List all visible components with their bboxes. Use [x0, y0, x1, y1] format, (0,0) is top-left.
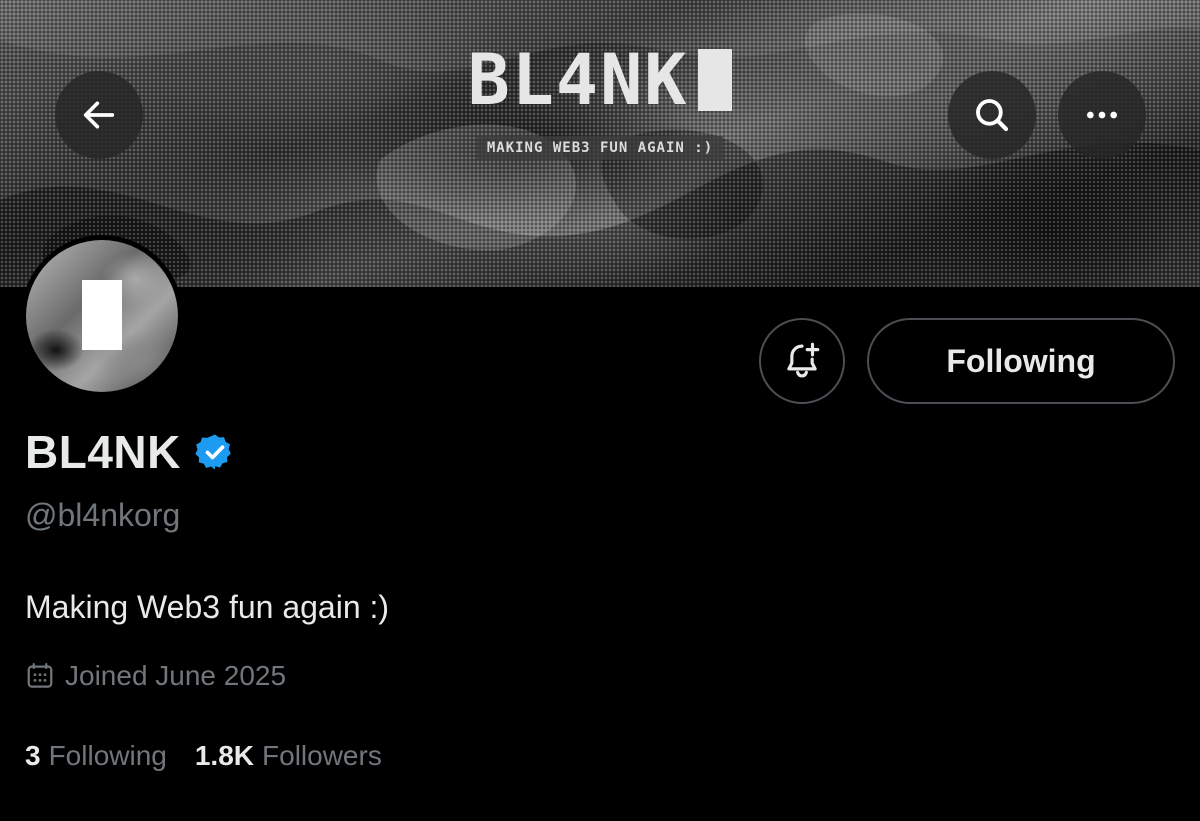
following-count: 3: [25, 740, 41, 771]
joined-row: Joined June 2025: [25, 660, 286, 692]
banner-logo-text: BL4NK: [467, 39, 689, 121]
followers-count: 1.8K: [194, 740, 255, 771]
search-icon: [976, 99, 1009, 132]
display-name: BL4NK: [25, 426, 181, 478]
handle: @bl4nkorg: [25, 497, 181, 533]
followers-stat[interactable]: 1.8K Followers: [195, 740, 382, 772]
banner-logo: BL4NK: [468, 40, 733, 120]
more-button[interactable]: [1058, 71, 1146, 159]
calendar-icon: [27, 663, 53, 688]
joined-date: Joined June 2025: [65, 660, 287, 691]
verified-badge-icon[interactable]: [195, 432, 235, 472]
more-horizontal-icon: [1087, 111, 1117, 119]
banner-tagline: MAKING WEB3 FUN AGAIN :): [476, 136, 724, 160]
stats-row: 3 Following 1.8K Followers: [25, 740, 382, 772]
avatar-block-glyph: [82, 280, 122, 350]
bell-plus-icon: [787, 342, 820, 378]
bio: Making Web3 fun again :): [25, 589, 390, 625]
profile-page: BL4NK MAKING WEB3 FUN AGAIN :) Following…: [0, 0, 1200, 821]
notify-button[interactable]: [759, 318, 845, 404]
following-stat[interactable]: 3 Following: [25, 740, 167, 772]
following-button[interactable]: Following: [867, 318, 1175, 404]
followers-label: Followers: [262, 740, 382, 771]
avatar[interactable]: [21, 235, 183, 397]
following-label: Following: [48, 740, 167, 771]
avatar-image: [26, 240, 178, 392]
profile-banner[interactable]: BL4NK MAKING WEB3 FUN AGAIN :): [0, 0, 1200, 287]
search-button[interactable]: [948, 71, 1036, 159]
name-row: BL4NK: [25, 425, 235, 479]
back-button[interactable]: [55, 71, 143, 159]
arrow-left-icon: [83, 101, 115, 129]
banner-logo-block: [698, 49, 733, 111]
